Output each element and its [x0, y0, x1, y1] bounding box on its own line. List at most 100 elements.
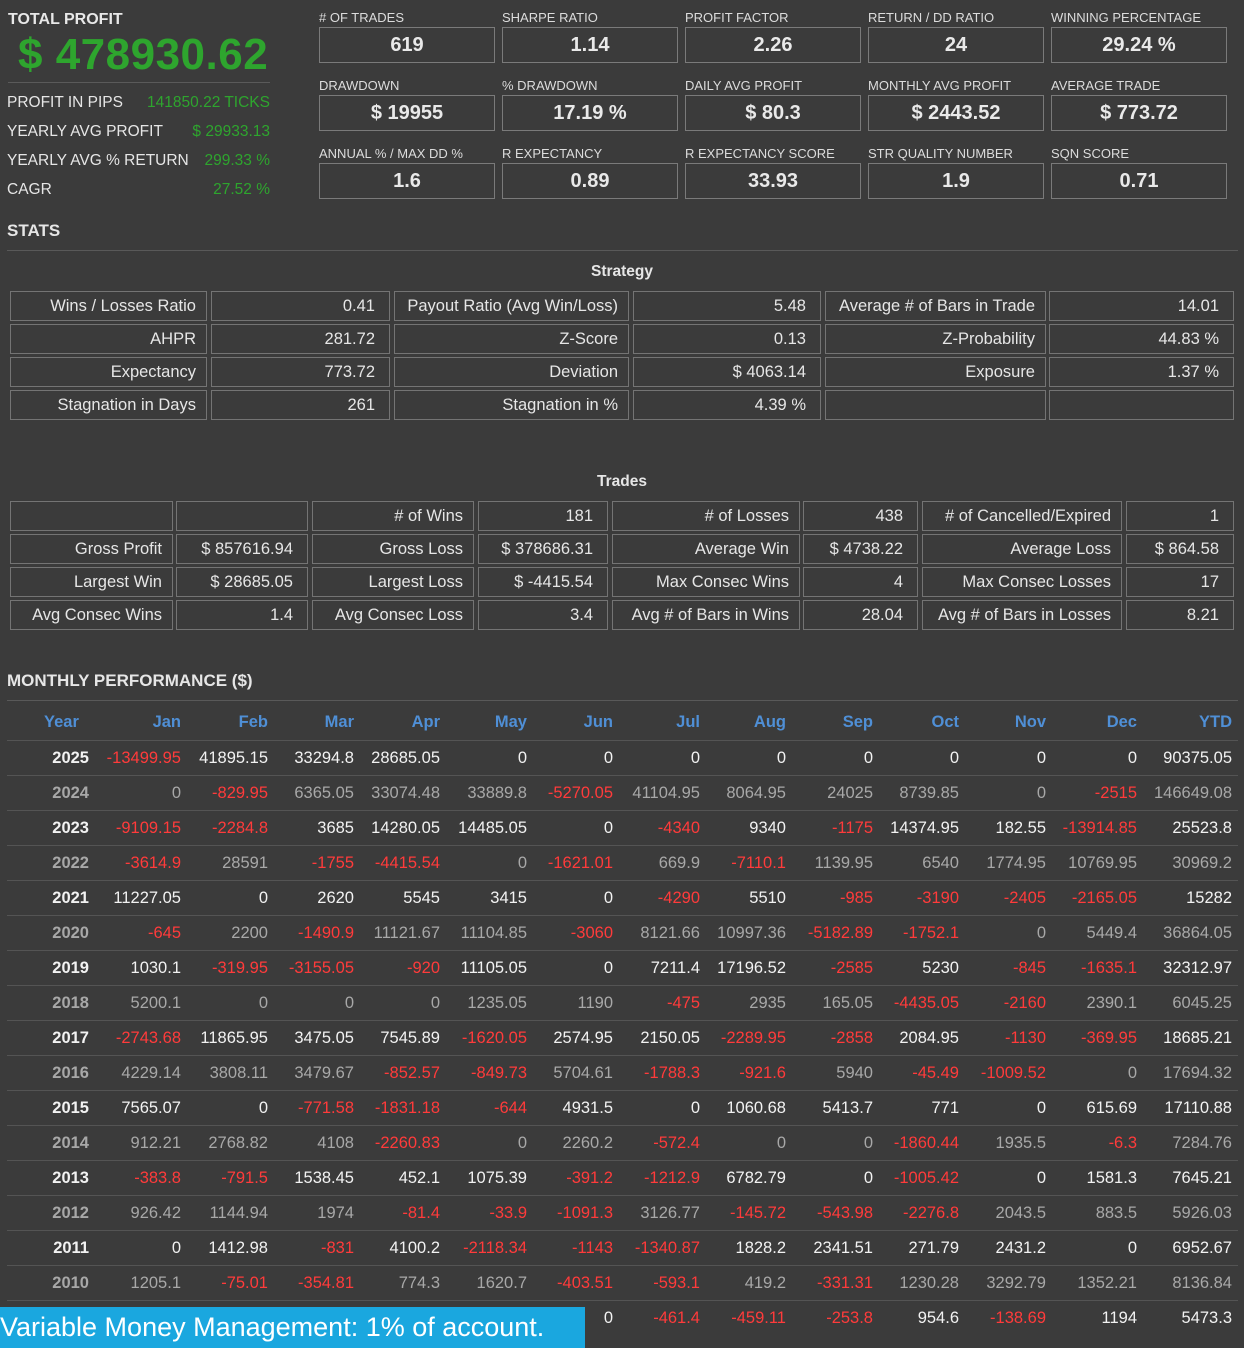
table-row: 2025 -13499.95 41895.15 33294.8 28685.05 0 0 0 0… — [7, 740, 1238, 775]
metric-value: 0.89 — [502, 163, 678, 199]
month-value-cell: -2405 — [1003, 889, 1046, 907]
trades-stat-value: $ 4738.22 — [803, 534, 918, 564]
month-value-cell: 11227.05 — [113, 889, 181, 907]
month-value-cell: 18685.21 — [1163, 1029, 1232, 1047]
month-value-cell: -1635.1 — [1081, 959, 1137, 977]
trades-stat-label: Average Loss — [922, 534, 1122, 564]
month-value-cell: -331.31 — [817, 1274, 873, 1292]
trades-stat-label — [10, 501, 173, 531]
month-value-cell: 30969.2 — [1172, 854, 1232, 872]
month-value-cell: 2200 — [231, 924, 268, 942]
month-value-cell: -2858 — [830, 1029, 873, 1047]
month-value-cell: 8136.84 — [1172, 1274, 1232, 1292]
month-value-cell: 4931.5 — [562, 1099, 613, 1117]
month-value-cell: 2150.05 — [640, 1029, 700, 1047]
month-value-cell: 146649.08 — [1154, 784, 1232, 802]
strategy-stat-label: Stagnation in Days — [10, 390, 207, 420]
month-value-cell: 17110.88 — [1164, 1099, 1232, 1117]
strategy-stat-label: Expectancy — [10, 357, 207, 387]
table-row: 2018 5200.1 0 0 0 1235.05 1190 -475 2935 165.05 -4… — [7, 985, 1238, 1020]
trades-stat-value: $ 378686.31 — [478, 534, 608, 564]
column-header-jan: Jan — [152, 713, 181, 731]
column-header-dec: Dec — [1106, 713, 1137, 731]
month-value-cell: 8739.85 — [899, 784, 959, 802]
stats-divider — [7, 250, 1238, 251]
summary-row-cagr: CAGR 27.52 % — [7, 179, 270, 201]
month-value-cell: 669.9 — [658, 854, 700, 872]
month-value-cell: 25523.8 — [1172, 819, 1232, 837]
month-value-cell: -2289.95 — [720, 1029, 786, 1047]
month-value-cell: 5449.4 — [1086, 924, 1137, 942]
year-cell: 2019 — [52, 959, 89, 977]
month-value-cell: -1005.42 — [893, 1169, 959, 1187]
month-value-cell: 7565.07 — [121, 1099, 181, 1117]
strategy-stat-value: 281.72 — [211, 324, 390, 354]
metric-label: % DRAWDOWN — [502, 78, 598, 93]
month-value-cell: 2390.1 — [1086, 994, 1137, 1012]
month-value-cell: 28685.05 — [371, 749, 440, 767]
metric-label: AVERAGE TRADE — [1051, 78, 1161, 93]
month-value-cell: 5704.61 — [553, 1064, 613, 1082]
month-value-cell: -145.72 — [730, 1204, 786, 1222]
month-value-cell: -2743.68 — [115, 1029, 181, 1047]
metric-label: PROFIT FACTOR — [685, 10, 789, 25]
summary-label: YEARLY AVG % RETURN — [7, 152, 189, 169]
month-value-cell: -985 — [839, 889, 873, 907]
summary-value: 141850.22 TICKS — [147, 94, 270, 111]
month-value-cell: -921.6 — [739, 1064, 786, 1082]
metric-label: ANNUAL % / MAX DD % — [319, 146, 463, 161]
metric-num-trades: # OF TRADES 619 — [319, 10, 495, 63]
month-value-cell: 4229.14 — [121, 1064, 181, 1082]
metric-label: STR QUALITY NUMBER — [868, 146, 1013, 161]
month-value-cell: 8121.66 — [640, 924, 700, 942]
metric-winning-percentage: WINNING PERCENTAGE 29.24 % — [1051, 10, 1227, 63]
column-header-aug: Aug — [753, 713, 786, 731]
month-value-cell: 90375.05 — [1163, 749, 1232, 767]
metric-return-dd-ratio: RETURN / DD RATIO 24 — [868, 10, 1044, 63]
month-value-cell: 615.69 — [1086, 1099, 1137, 1117]
metric-value: 1.9 — [868, 163, 1044, 199]
month-value-cell: -138.69 — [990, 1309, 1046, 1327]
month-value-cell: -1212.9 — [644, 1169, 700, 1187]
total-profit-label: TOTAL PROFIT — [8, 11, 123, 28]
metric-annual-max-dd: ANNUAL % / MAX DD % 1.6 — [319, 146, 495, 199]
month-value-cell: 2431.2 — [995, 1239, 1046, 1257]
year-cell: 2021 — [52, 889, 89, 907]
month-value-cell: 5545 — [403, 889, 440, 907]
trades-stat-label: Largest Loss — [312, 567, 474, 597]
month-value-cell: 271.79 — [908, 1239, 959, 1257]
year-cell: 2013 — [52, 1169, 89, 1187]
month-value-cell: 2768.82 — [208, 1134, 268, 1152]
month-value-cell: -1091.3 — [557, 1204, 613, 1222]
monthly-divider — [7, 700, 1238, 701]
metric-label: MONTHLY AVG PROFIT — [868, 78, 1012, 93]
month-value-cell: 0 — [430, 994, 440, 1012]
table-row: 2013 -383.8 -791.5 1538.45 452.1 1075.39 -391.… — [7, 1160, 1238, 1195]
summary-row-yearly-avg-return: YEARLY AVG % RETURN 299.33 % — [7, 150, 270, 172]
month-value-cell: 1828.2 — [735, 1239, 786, 1257]
month-value-cell: 3479.67 — [294, 1064, 354, 1082]
column-header-jun: Jun — [583, 713, 613, 731]
trades-stat-value: $ 864.58 — [1126, 534, 1234, 564]
month-value-cell: 1774.95 — [986, 854, 1046, 872]
month-value-cell: -369.95 — [1081, 1029, 1137, 1047]
month-value-cell: -845 — [1012, 959, 1046, 977]
metric-pct-drawdown: % DRAWDOWN 17.19 % — [502, 78, 678, 131]
month-value-cell: -849.73 — [471, 1064, 527, 1082]
strategy-stat-label: Stagnation in % — [394, 390, 629, 420]
summary-label: YEARLY AVG PROFIT — [7, 123, 163, 140]
strategy-stat-label: Payout Ratio (Avg Win/Loss) — [394, 291, 629, 321]
strategy-stat-label: Exposure — [825, 357, 1046, 387]
strategy-stat-label: Z-Probability — [825, 324, 1046, 354]
metric-sharpe-ratio: SHARPE RATIO 1.14 — [502, 10, 678, 63]
trades-stat-value: $ -4415.54 — [478, 567, 608, 597]
column-header-may: May — [494, 713, 527, 731]
month-value-cell: -644 — [493, 1099, 527, 1117]
year-cell: 2011 — [53, 1239, 89, 1257]
month-value-cell: 3685 — [317, 819, 354, 837]
summary-label: PROFIT IN PIPS — [7, 94, 123, 111]
month-value-cell: 33294.8 — [294, 749, 354, 767]
month-value-cell: 2341.51 — [813, 1239, 873, 1257]
month-value-cell: 1190 — [577, 994, 613, 1012]
metric-label: DAILY AVG PROFIT — [685, 78, 803, 93]
